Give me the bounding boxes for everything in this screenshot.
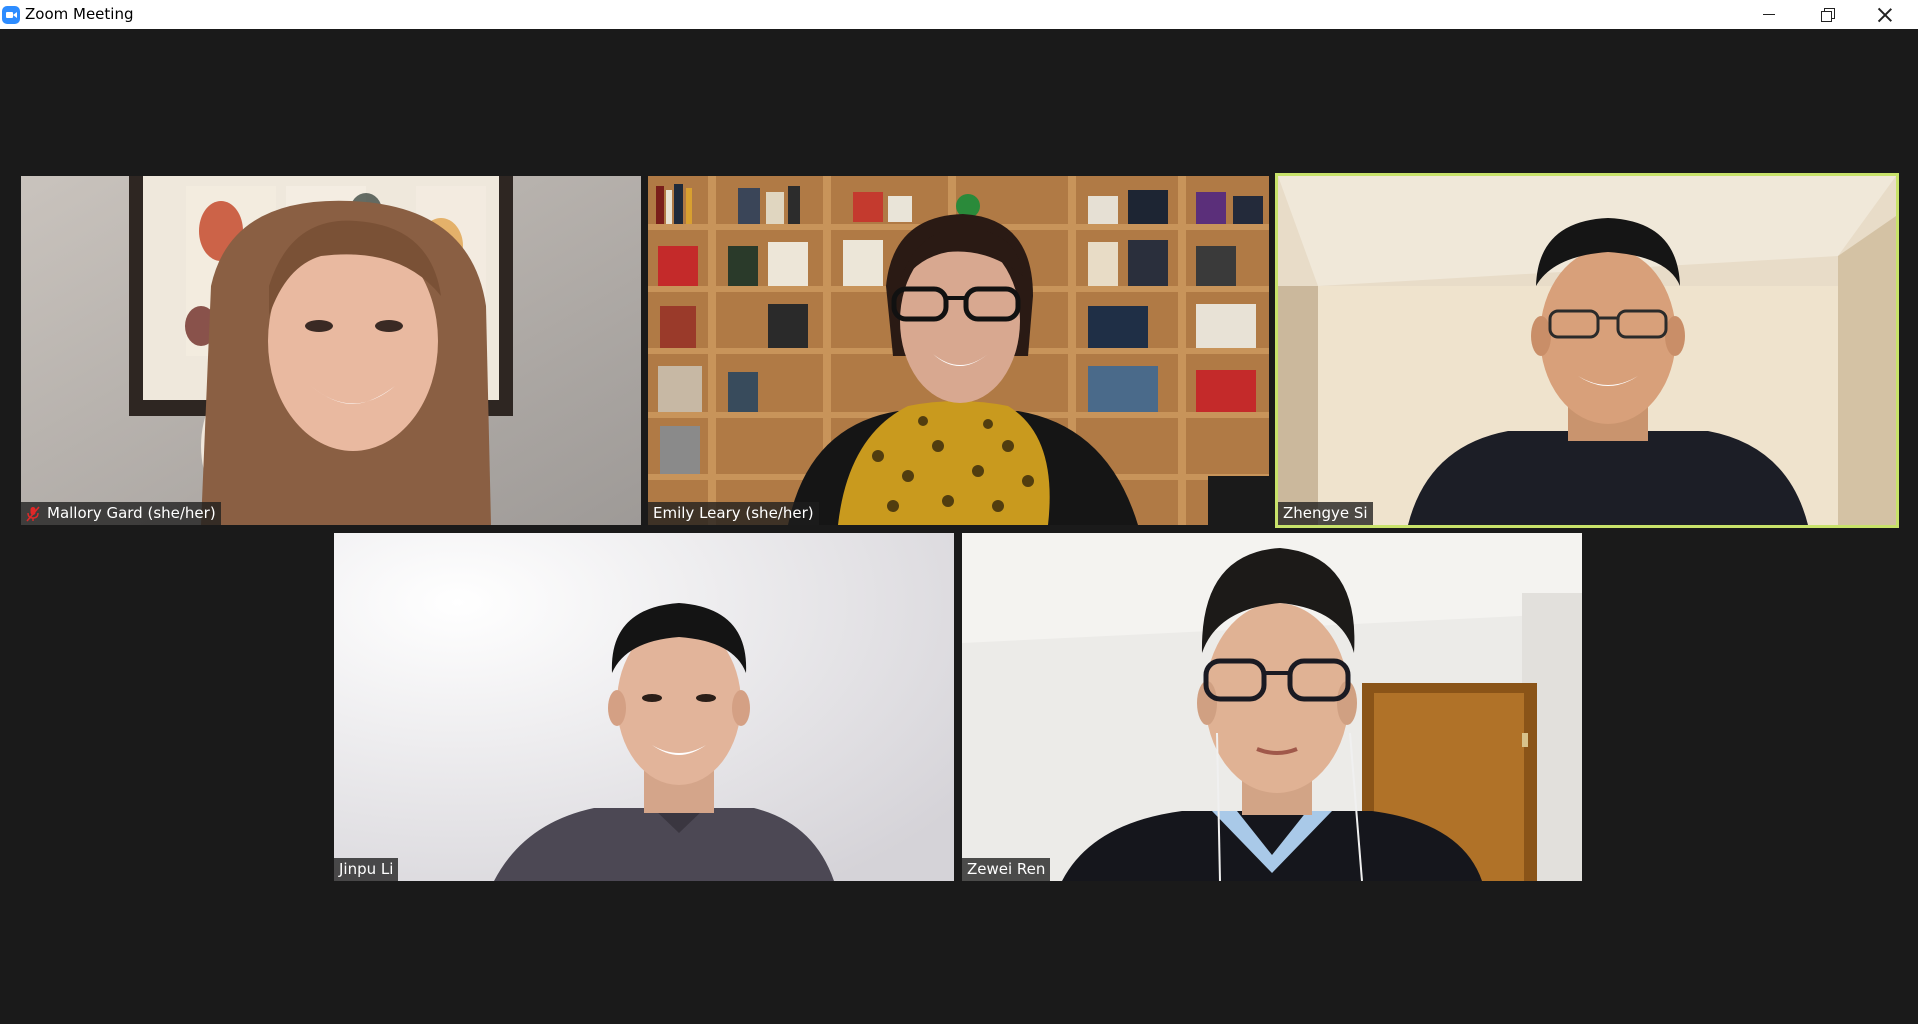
restore-button[interactable] xyxy=(1798,0,1856,29)
zoom-app-icon xyxy=(2,6,20,24)
restore-icon xyxy=(1820,8,1835,22)
participant-name-tag: Zhengye Si xyxy=(1278,502,1373,525)
participant-name-tag: Emily Leary (she/her) xyxy=(648,502,819,525)
participant-name-tag: Zewei Ren xyxy=(962,858,1051,881)
participant-name: Zewei Ren xyxy=(967,860,1046,878)
close-button[interactable] xyxy=(1856,0,1914,29)
minimize-icon xyxy=(1763,14,1775,15)
close-icon xyxy=(1878,8,1892,22)
window-title: Zoom Meeting xyxy=(25,5,134,23)
participant-name: Mallory Gard (she/her) xyxy=(47,504,216,522)
participant-video xyxy=(334,533,954,881)
minimize-button[interactable] xyxy=(1740,0,1798,29)
video-tile-jinpu-li[interactable]: Jinpu Li xyxy=(334,533,954,881)
participant-video xyxy=(648,176,1269,525)
participant-video xyxy=(962,533,1582,881)
title-bar: Zoom Meeting xyxy=(0,0,1918,29)
participant-name: Emily Leary (she/her) xyxy=(653,504,814,522)
video-tile-zewei-ren[interactable]: Zewei Ren xyxy=(962,533,1582,881)
participant-video xyxy=(1278,176,1896,525)
participant-name-tag: Jinpu Li xyxy=(334,858,399,881)
video-tile-zhengye-si-active-speaker[interactable]: Zhengye Si xyxy=(1275,173,1899,528)
participant-name-tag: Mallory Gard (she/her) xyxy=(21,502,221,525)
video-tile-mallory-gard[interactable]: Mallory Gard (she/her) xyxy=(21,176,641,525)
participant-video xyxy=(21,176,641,525)
video-tile-emily-leary[interactable]: Emily Leary (she/her) xyxy=(648,176,1269,525)
participant-name: Jinpu Li xyxy=(339,860,394,878)
participant-name: Zhengye Si xyxy=(1283,504,1368,522)
muted-microphone-icon xyxy=(26,505,40,522)
